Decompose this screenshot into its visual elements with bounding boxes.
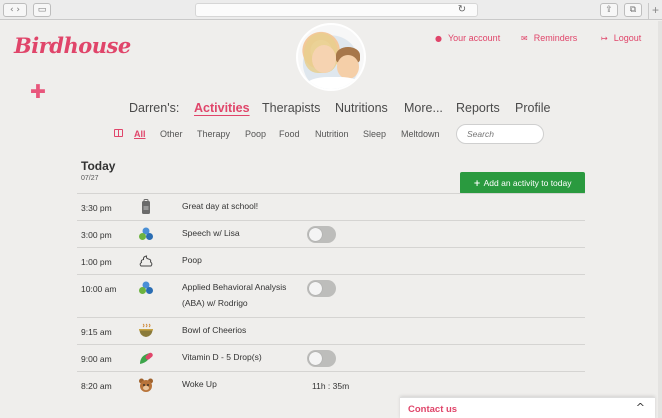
day-date: 07/27: [81, 175, 99, 182]
activity-time: 9:15 am: [81, 327, 112, 337]
tab-reports[interactable]: Reports: [456, 101, 500, 115]
activity-time: 3:30 pm: [81, 203, 112, 213]
search-input[interactable]: [456, 124, 544, 144]
chevron-up-icon[interactable]: ^: [636, 401, 645, 414]
activity-description: Vitamin D - 5 Drop(s): [182, 352, 262, 362]
tab-activities[interactable]: Activities: [194, 101, 250, 115]
activity-description: Applied Behavioral Analysis (ABA) w/ Rod…: [182, 282, 287, 308]
filter-therapy[interactable]: Therapy: [197, 129, 230, 139]
user-icon: ●: [435, 34, 442, 43]
your-account-label: Your account: [447, 33, 501, 43]
filter-poop[interactable]: Poop: [245, 129, 266, 139]
activity-time: 10:00 am: [81, 284, 117, 294]
activity-description: Bowl of Cheerios: [182, 325, 247, 335]
activity-description: Speech w/ Lisa: [182, 228, 240, 238]
tab-therapists[interactable]: Therapists: [262, 101, 320, 115]
columns-icon[interactable]: [114, 129, 123, 137]
filter-meltdown[interactable]: Meltdown: [401, 129, 440, 139]
sidebar-toggle-icon[interactable]: ▭: [33, 3, 51, 17]
filter-nutrition[interactable]: Nutrition: [315, 129, 349, 139]
reminders-link[interactable]: ✉ Reminders: [521, 33, 577, 43]
reload-icon[interactable]: ↻: [455, 3, 469, 17]
add-activity-label: Add an activity to today: [483, 178, 572, 188]
activity-toggle[interactable]: [307, 280, 336, 297]
activity-time: 8:20 am: [81, 381, 112, 391]
pill-leaf-icon: [138, 350, 154, 366]
contact-us-label: Contact us: [408, 404, 458, 415]
filter-food[interactable]: Food: [279, 129, 300, 139]
therapy-blocks-icon: [138, 226, 154, 242]
tab-nutritions[interactable]: Nutritions: [335, 101, 388, 115]
brand-logo[interactable]: Birdhouse: [14, 33, 131, 58]
activity-row[interactable]: 8:20 am Woke Up 11h : 35m: [77, 371, 585, 398]
your-account-link[interactable]: ● Your account: [435, 33, 500, 43]
activity-time: 3:00 pm: [81, 230, 112, 240]
bear-icon: [138, 377, 154, 393]
share-icon[interactable]: ⇪: [600, 3, 618, 17]
bowl-icon: [138, 323, 154, 339]
back-forward-buttons[interactable]: ‹ ›: [3, 3, 27, 17]
logout-icon: ↦: [601, 34, 608, 43]
tab-more[interactable]: More...: [404, 101, 443, 115]
activity-time: 9:00 am: [81, 354, 112, 364]
activity-toggle[interactable]: [307, 226, 336, 243]
day-title: Today: [81, 159, 116, 173]
nav-owner-label: Darren's:: [129, 101, 180, 115]
filter-all[interactable]: All: [134, 129, 146, 139]
browser-toolbar: ‹ › ▭ ↻ ⇪ ⧉ +: [0, 0, 662, 20]
school-bag-icon: [138, 199, 154, 215]
activity-row[interactable]: 9:00 am Vitamin D - 5 Drop(s): [77, 344, 585, 371]
activity-description: Great day at school!: [182, 201, 259, 211]
browser-window: ‹ › ▭ ↻ ⇪ ⧉ + Birdhouse ● Your account ✉ R…: [0, 0, 662, 418]
activity-description: Poop: [182, 255, 202, 265]
page: Birdhouse ● Your account ✉ Reminders ↦ Logo…: [0, 21, 662, 418]
activity-time: 1:00 pm: [81, 257, 112, 267]
contact-us-widget[interactable]: Contact us ^: [400, 397, 655, 418]
tab-profile[interactable]: Profile: [515, 101, 550, 115]
logout-label: Logout: [613, 33, 642, 43]
address-bar[interactable]: [195, 3, 478, 17]
activity-duration: 11h : 35m: [312, 381, 350, 391]
activity-row[interactable]: 10:00 am Applied Behavioral Analysis (AB…: [77, 274, 585, 317]
activity-row[interactable]: 3:00 pm Speech w/ Lisa: [77, 220, 585, 247]
activity-description: Woke Up: [182, 379, 217, 389]
filter-other[interactable]: Other: [160, 129, 183, 139]
reminders-label: Reminders: [533, 33, 578, 43]
add-activity-button[interactable]: + Add an activity to today: [460, 172, 585, 194]
add-plus-icon[interactable]: ✚: [30, 81, 46, 103]
envelope-icon: ✉: [521, 34, 528, 43]
child-avatar: [296, 23, 366, 91]
new-tab-button[interactable]: +: [648, 3, 662, 19]
activity-row[interactable]: 1:00 pm Poop: [77, 247, 585, 274]
logout-link[interactable]: ↦ Logout: [601, 33, 641, 43]
activity-row[interactable]: 9:15 am Bowl of Cheerios: [77, 317, 585, 344]
activity-toggle[interactable]: [307, 350, 336, 367]
tabs-overview-icon[interactable]: ⧉: [624, 3, 642, 17]
scrollbar[interactable]: [658, 21, 662, 418]
therapy-blocks-icon: [138, 280, 154, 296]
activity-row[interactable]: 3:30 pm Great day at school!: [77, 193, 585, 220]
plus-icon: +: [473, 179, 481, 189]
filter-sleep[interactable]: Sleep: [363, 129, 386, 139]
poop-icon: [138, 253, 154, 269]
